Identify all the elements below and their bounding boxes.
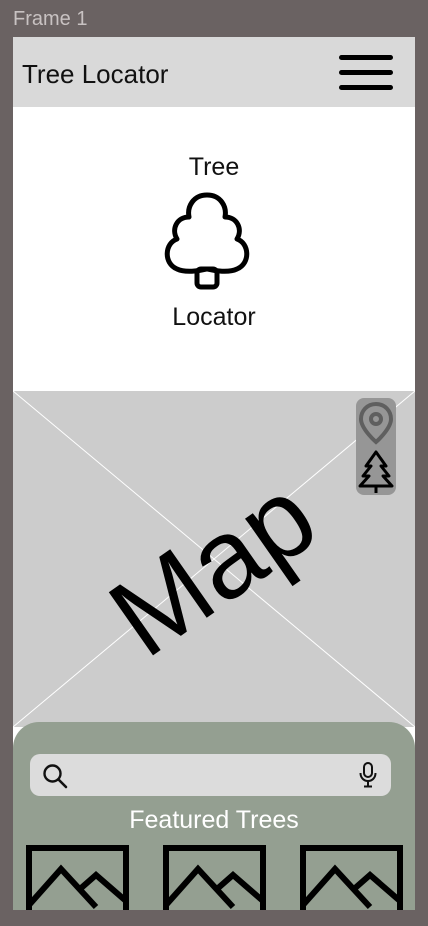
map-tools (356, 398, 396, 495)
logo-text-bottom: Locator (172, 303, 256, 331)
image-placeholder-icon (26, 845, 129, 910)
location-pin-button[interactable] (356, 400, 396, 446)
location-pin-icon (358, 401, 394, 445)
featured-tree-card[interactable] (300, 845, 403, 910)
app-frame: Tree Locator Tree Locator Map Featured T… (13, 37, 415, 910)
featured-trees-title: Featured Trees (129, 806, 299, 834)
app-title: Tree Locator (22, 59, 169, 89)
pine-tree-icon (358, 450, 394, 493)
tree-filter-button[interactable] (356, 448, 396, 494)
map-view[interactable]: Map (13, 391, 415, 727)
menu-button[interactable] (339, 55, 393, 91)
tree-logo-icon (164, 192, 250, 290)
bottom-panel: Featured Trees (13, 722, 415, 910)
logo-text-top: Tree (188, 153, 240, 181)
frame-label: Frame 1 (13, 8, 88, 30)
microphone-icon[interactable] (358, 762, 378, 788)
image-placeholder-icon (163, 845, 266, 910)
image-placeholder-icon (300, 845, 403, 910)
featured-tree-card[interactable] (163, 845, 266, 910)
search-input[interactable] (76, 754, 346, 796)
app-header: Tree Locator (13, 37, 415, 107)
search-bar (30, 754, 391, 796)
featured-tree-card[interactable] (26, 845, 129, 910)
logo-area: Tree Locator (13, 107, 415, 391)
search-icon (43, 764, 68, 789)
